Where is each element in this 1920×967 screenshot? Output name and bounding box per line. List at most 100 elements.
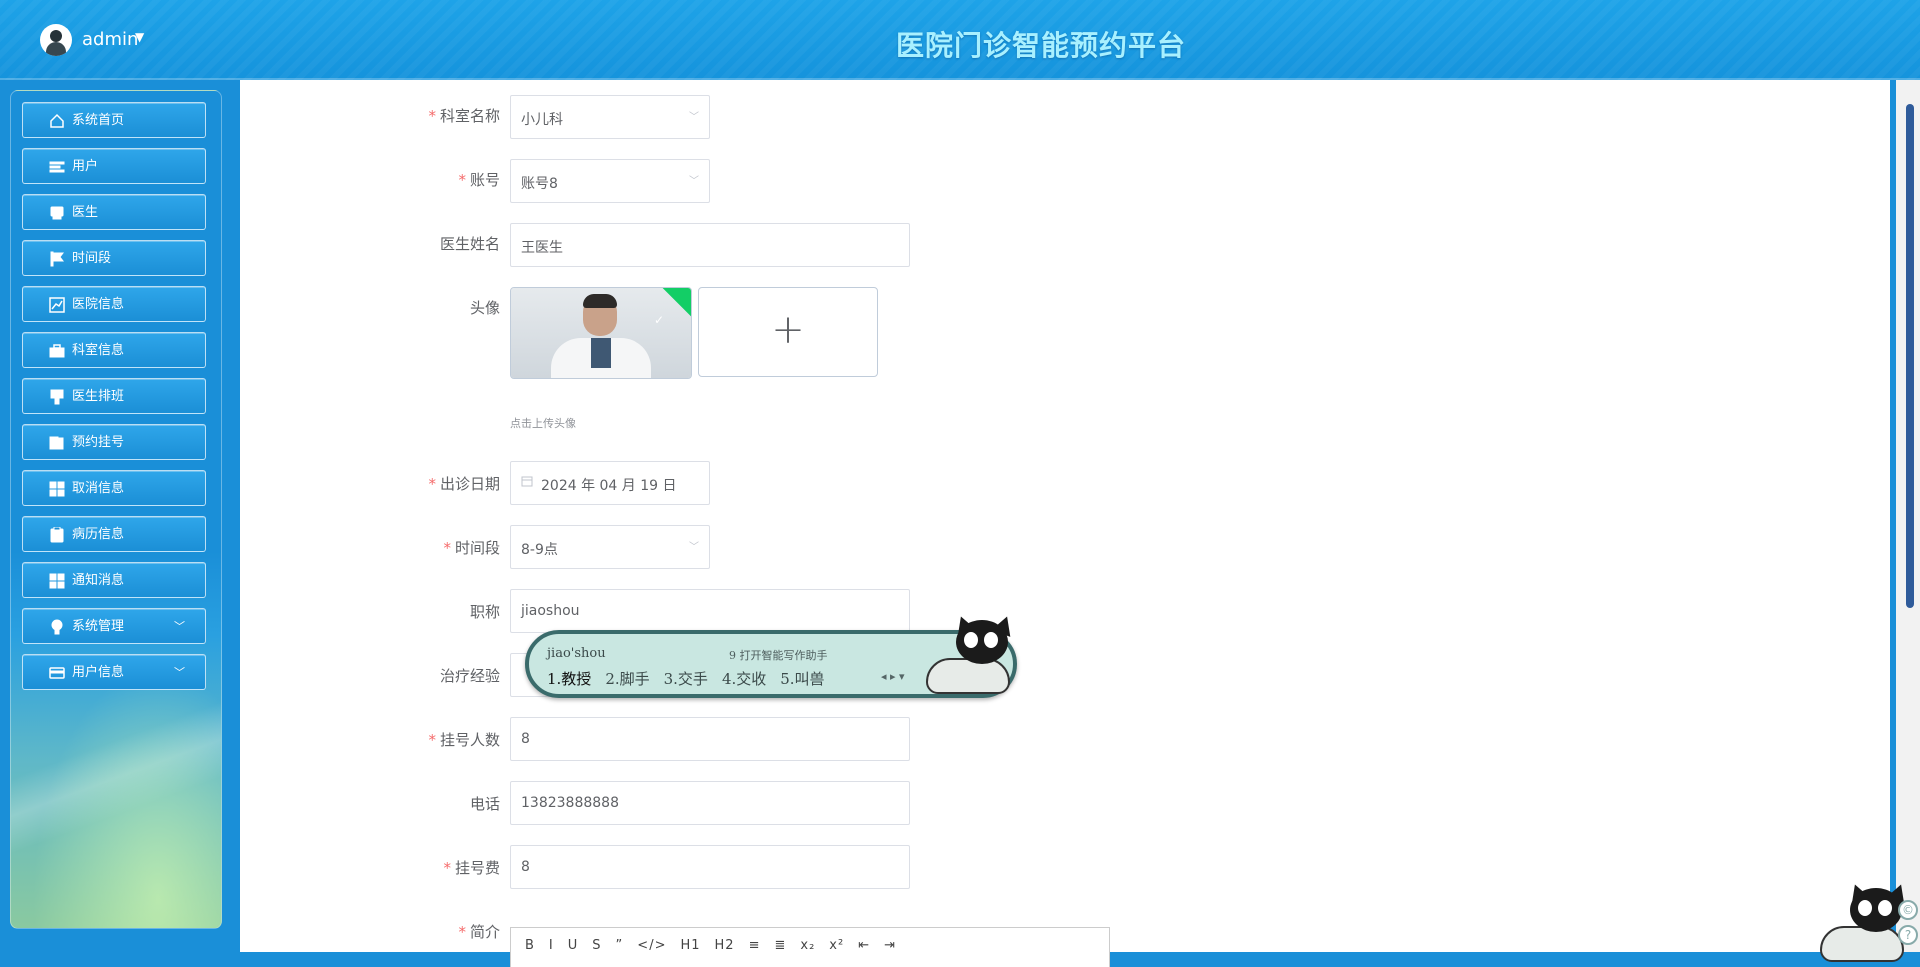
sidebar-item-label: 用户 [72, 159, 99, 174]
user-name[interactable]: admin [82, 29, 138, 50]
grid-icon [49, 573, 65, 589]
sidebar-item-5[interactable]: 医院信息 [22, 286, 206, 322]
ime-candidate[interactable]: 4.交收 [722, 670, 766, 688]
quota-input[interactable]: 8 [510, 717, 910, 761]
editor-tool-button[interactable]: ≡ [749, 938, 761, 953]
calendar-icon [521, 476, 533, 487]
monitor-icon [49, 205, 65, 221]
phone-label: 电话 [469, 795, 500, 813]
sidebar-item-10[interactable]: 病历信息 [22, 516, 206, 552]
department-select[interactable]: 小儿科 ﹀ [510, 95, 710, 139]
clipboard-icon [49, 526, 65, 543]
title-input[interactable]: jiaoshou [510, 589, 910, 633]
chart-icon [49, 297, 65, 313]
sidebar-item-label: 预约挂号 [72, 435, 125, 450]
editor-toolbar: B I U S ” </> H1 H2 ≡ ≣ x₂ x² ⇤ ⇥ [525, 938, 910, 953]
ime-mascot-icon [918, 613, 1018, 696]
copyright-icon[interactable]: © [1898, 900, 1918, 920]
visit-date-label: * 出诊日期 [428, 475, 500, 493]
editor-tool-button[interactable]: B [525, 938, 535, 953]
home-icon [49, 113, 65, 129]
mascot-icon [1812, 881, 1911, 962]
sidebar-item-8[interactable]: 预约挂号 [22, 424, 206, 460]
app-title: 医院门诊智能预约平台 [896, 29, 1187, 62]
sidebar-item-label: 医生排班 [72, 389, 125, 404]
account-select[interactable]: 账号8 ﹀ [510, 159, 710, 203]
visit-date-picker[interactable]: 2024 年 04 月 19 日 [510, 461, 710, 505]
ime-pinyin: jiao'shou [547, 646, 606, 661]
ime-candidate[interactable]: 5.叫兽 [780, 670, 824, 688]
editor-tool-button[interactable]: ⇥ [884, 938, 896, 953]
intro-label: * 简介 [458, 923, 500, 941]
title-label: 职称 [469, 603, 500, 621]
editor-tool-button[interactable]: H2 [715, 938, 735, 953]
ime-candidate[interactable]: 1.教授 [547, 670, 591, 688]
check-icon: ✓ [653, 313, 664, 327]
sidebar-item-4[interactable]: 时间段 [22, 240, 206, 276]
avatar-body [46, 42, 66, 56]
editor-tool-button[interactable]: I [549, 938, 554, 953]
ime-candidate[interactable]: 3.交手 [664, 670, 708, 688]
sidebar-item-label: 科室信息 [72, 343, 125, 358]
chevron-down-icon: ﹀ [689, 176, 699, 187]
editor-tool-button[interactable]: x² [829, 938, 844, 953]
department-label: * 科室名称 [428, 107, 500, 125]
editor-tool-button[interactable]: S [592, 938, 601, 953]
doctor-name-label: 医生姓名 [439, 235, 500, 253]
grid-icon [49, 481, 65, 497]
account-label: * 账号 [458, 171, 500, 189]
avatar-label: 头像 [469, 299, 500, 317]
avatar-preview[interactable]: ✓ [510, 287, 692, 379]
sidebar-item-13[interactable]: 用户信息 ﹀ [22, 654, 206, 690]
ime-page-arrows[interactable]: ◂ ▸ ▾ [881, 670, 905, 683]
fee-label: * 挂号费 [443, 859, 500, 877]
list-icon [49, 159, 65, 175]
avatar-head [50, 30, 62, 42]
top-header: admin ▼ 医院门诊智能预约平台 [0, 0, 1920, 80]
ime-candidates: 1.教授 2.脚手 3.交手 4.交收 5.叫兽 [547, 668, 839, 689]
brush-icon [49, 389, 65, 405]
scrollbar-thumb[interactable] [1906, 104, 1914, 608]
ime-assistant-tip[interactable]: 9 打开智能写作助手 [729, 647, 828, 663]
avatar-upload-button[interactable]: + [698, 287, 878, 377]
books-icon [49, 435, 65, 451]
sidebar-item-label: 系统管理 [72, 619, 125, 634]
chevron-down-icon: ﹀ [174, 620, 185, 633]
sidebar-item-6[interactable]: 科室信息 [22, 332, 206, 368]
doctor-name-input[interactable]: 王医生 [510, 223, 910, 267]
bulb-icon [49, 619, 65, 635]
ime-candidate[interactable]: 2.脚手 [605, 670, 649, 688]
editor-tool-button[interactable]: U [568, 938, 579, 953]
editor-tool-button[interactable]: ≣ [774, 938, 786, 953]
user-avatar[interactable] [40, 24, 72, 56]
sidebar-item-3[interactable]: 医生 [22, 194, 206, 230]
rich-text-editor[interactable]: B I U S ” </> H1 H2 ≡ ≣ x₂ x² ⇤ ⇥ [510, 927, 1110, 967]
sidebar-item-label: 病历信息 [72, 527, 125, 542]
editor-tool-button[interactable]: ⇤ [858, 938, 870, 953]
sidebar-item-7[interactable]: 医生排班 [22, 378, 206, 414]
caret-down-icon[interactable]: ▼ [135, 30, 144, 44]
editor-tool-button[interactable]: x₂ [800, 938, 815, 953]
editor-tool-button[interactable]: </> [637, 938, 666, 953]
sidebar-item-9[interactable]: 取消信息 [22, 470, 206, 506]
sidebar-item-1[interactable]: 系统首页 [22, 102, 206, 138]
sidebar-item-11[interactable]: 通知消息 [22, 562, 206, 598]
editor-tool-button[interactable]: H1 [680, 938, 700, 953]
sidebar-item-2[interactable]: 用户 [22, 148, 206, 184]
editor-tool-button[interactable]: ” [616, 938, 624, 953]
chevron-down-icon: ﹀ [689, 542, 699, 553]
sidebar-item-label: 取消信息 [72, 481, 125, 496]
quota-label: * 挂号人数 [428, 731, 500, 749]
sidebar-item-label: 用户信息 [72, 665, 125, 680]
sidebar-item-label: 通知消息 [72, 573, 125, 588]
phone-input[interactable]: 13823888888 [510, 781, 910, 825]
sidebar-item-12[interactable]: 系统管理 ﹀ [22, 608, 206, 644]
time-slot-select[interactable]: 8-9点 ﹀ [510, 525, 710, 569]
experience-label: 治疗经验 [439, 667, 500, 685]
time-slot-label: * 时间段 [443, 539, 500, 557]
fee-input[interactable]: 8 [510, 845, 910, 889]
avatar-hint: 点击上传头像 [510, 417, 576, 430]
main-panel [240, 80, 1890, 952]
chevron-down-icon: ﹀ [689, 112, 699, 123]
help-icon[interactable]: ? [1898, 925, 1918, 945]
